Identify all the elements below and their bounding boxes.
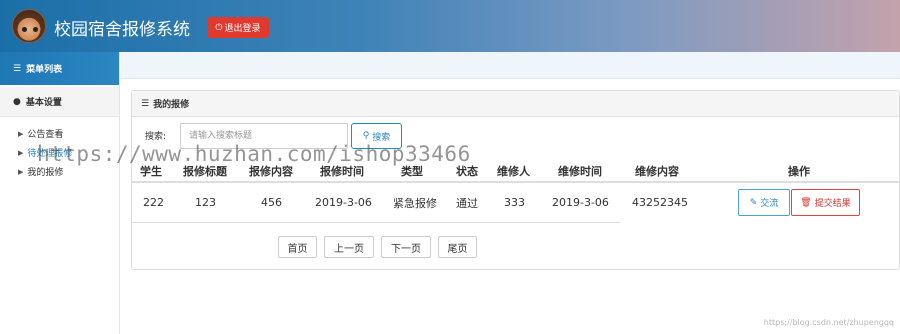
sidebar-item-label: 我的报修 [27, 168, 64, 178]
repairs-table: 学生 报修标题 报修内容 报修时间 类型 状态 维修人 维修时间 维修内容 操作… [132, 161, 900, 223]
caret-right-icon: ▶ [18, 148, 24, 157]
page-prev-button[interactable]: 上一页 [324, 236, 374, 258]
cell-title: 123 [195, 196, 216, 209]
cell-time: 2019-3-06 [315, 196, 372, 209]
logout-label: 退出登录 [224, 24, 261, 34]
panel-title: 我的报修 [153, 100, 190, 110]
page-next-button[interactable]: 下一页 [381, 236, 431, 258]
col-repairer: 维修人 [497, 165, 530, 178]
menu-header: ☰ 菜单列表 [0, 52, 119, 85]
list-icon: ☰ [141, 98, 150, 109]
edit-icon: ✎ [749, 197, 758, 208]
cell-content: 456 [261, 196, 282, 209]
submit-result-button[interactable]: 🗑 提交结果 [791, 189, 860, 216]
group-label: 基本设置 [25, 98, 62, 108]
menu-title: 菜单列表 [26, 65, 63, 75]
list-icon: ☰ [13, 63, 22, 74]
col-repair-content: 维修内容 [635, 165, 679, 178]
panel-header: ☰ 我的报修 [132, 91, 899, 117]
exchange-button[interactable]: ✎ 交流 [738, 189, 790, 216]
power-icon: ⏻ [215, 22, 223, 33]
search-button-label: 搜索 [372, 132, 391, 143]
submit-result-label: 提交结果 [814, 199, 851, 209]
footer-watermark: https://blog.csdn.net/zhupengqq [763, 318, 894, 327]
logout-button[interactable]: ⏻ 退出登录 [207, 17, 269, 38]
user-icon: ● [13, 96, 21, 107]
sidebar-item-label: 公告查看 [27, 130, 64, 140]
cell-repair-time: 2019-3-06 [552, 196, 609, 209]
my-repairs-panel: ☰ 我的报修 搜索: ⚲ 搜索 学生 报修标题 报修内容 报修时间 类型 状态 … [131, 90, 900, 270]
top-header: 校园宿舍报修系统 ⏻ 退出登录 [0, 0, 900, 52]
col-repair-time: 维修时间 [558, 165, 602, 178]
trash-icon: 🗑 [800, 197, 812, 208]
top-strip [121, 52, 900, 79]
sidebar-group-basic-settings[interactable]: ● 基本设置 [0, 87, 119, 117]
app-title: 校园宿舍报修系统 [54, 20, 190, 40]
cell-repair-content: 43252345 [632, 196, 688, 209]
cell-type: 紧急报修 [393, 196, 437, 210]
page-first-button[interactable]: 首页 [278, 236, 317, 258]
page-last-button[interactable]: 尾页 [438, 236, 477, 258]
cell-repairer: 333 [504, 196, 525, 209]
table-row: 222 123 456 2019-3-06 紧急报修 通过 333 2019-3… [132, 183, 688, 223]
sidebar: ☰ 菜单列表 ● 基本设置 ▶ 公告查看 ▶ 待处理报修 ▶ 我的报修 [0, 52, 120, 334]
col-actions: 操作 [788, 165, 810, 178]
caret-right-icon: ▶ [18, 167, 24, 176]
sidebar-item-announcements[interactable]: ▶ 公告查看 [0, 124, 119, 143]
search-icon: ⚲ [362, 131, 370, 141]
search-label: 搜索: [145, 132, 167, 142]
watermark-text: https://www.huzhan.com/ishop33466 [37, 142, 471, 166]
exchange-label: 交流 [760, 199, 779, 209]
cell-status: 通过 [456, 196, 478, 210]
pagination: 首页 上一页 下一页 尾页 [278, 236, 477, 258]
avatar [12, 9, 46, 43]
caret-right-icon: ▶ [18, 129, 24, 138]
cell-student: 222 [143, 196, 164, 209]
